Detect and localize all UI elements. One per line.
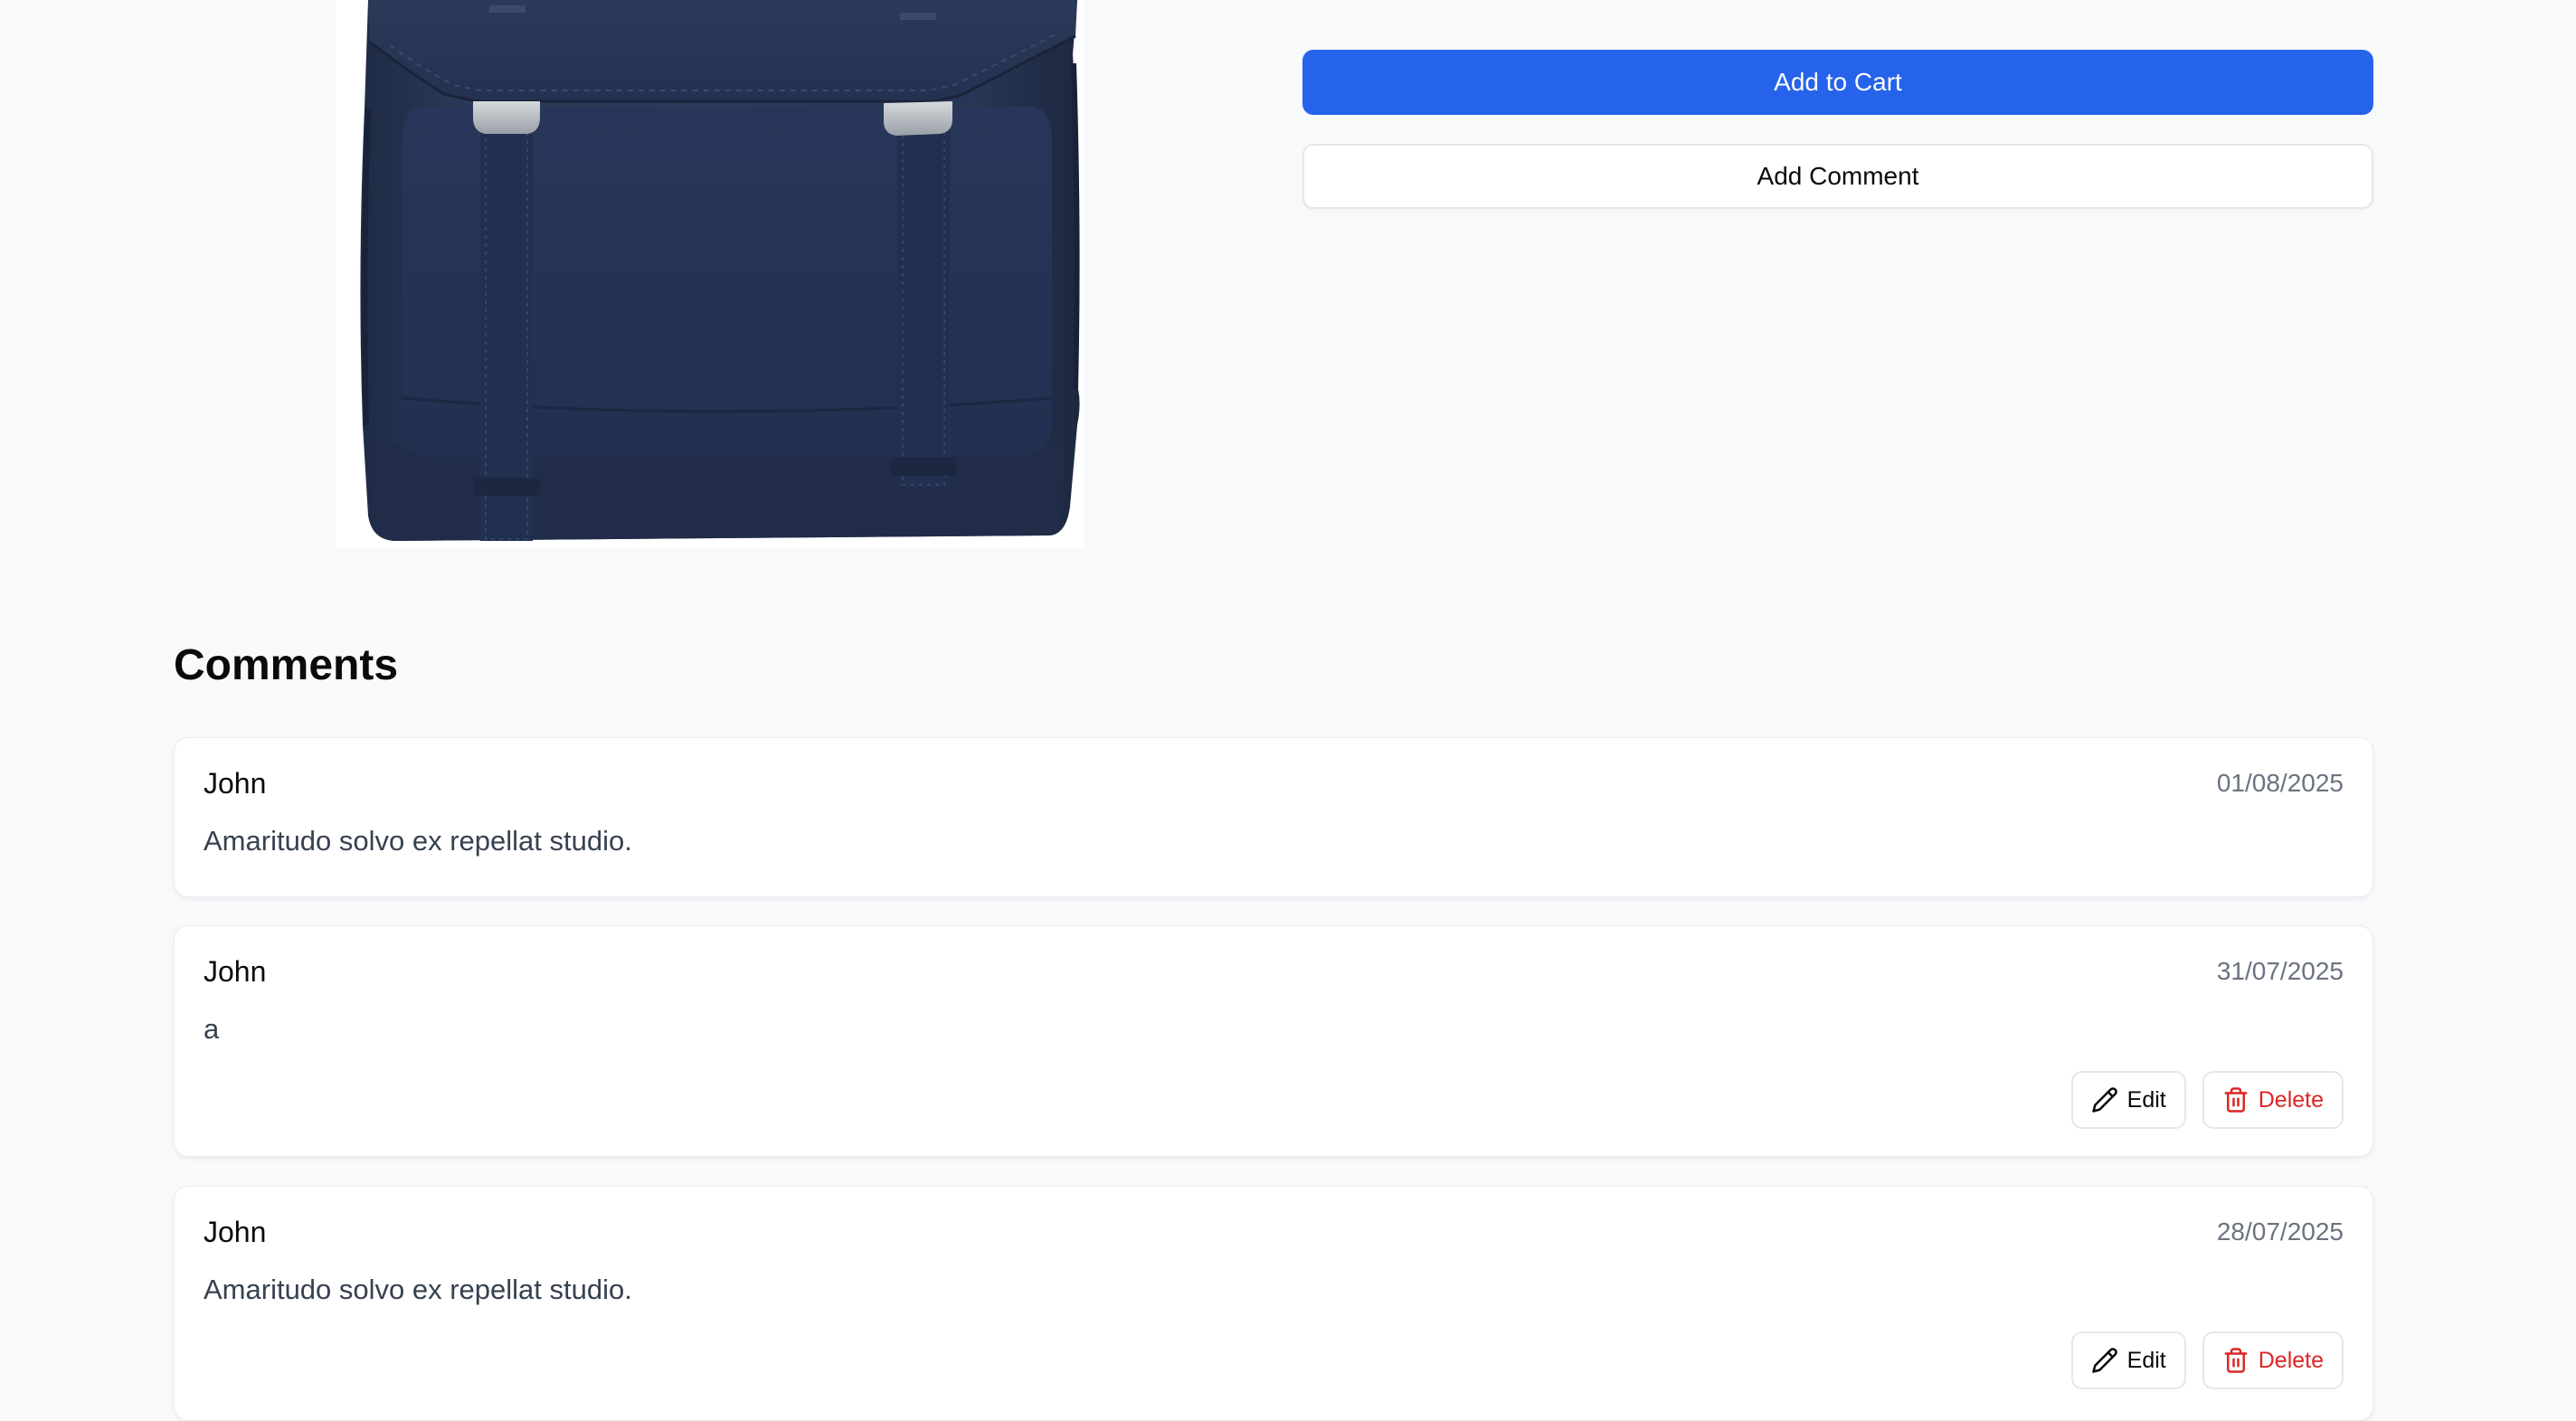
- add-to-cart-button[interactable]: Add to Cart: [1302, 50, 2373, 115]
- edit-comment-button[interactable]: Edit: [2070, 1331, 2186, 1389]
- delete-label: Delete: [2258, 1086, 2324, 1113]
- comment-author: John: [204, 955, 267, 988]
- pencil-icon: [2091, 1347, 2118, 1374]
- comment-text: a: [204, 1013, 220, 1045]
- comment-card: John 01/08/2025 Amaritudo solvo ex repel…: [174, 737, 2373, 897]
- comment-date: 31/07/2025: [2216, 957, 2344, 985]
- delete-label: Delete: [2258, 1347, 2324, 1373]
- comment-actions: Edit Delete: [2070, 1071, 2344, 1129]
- trash-icon: [2222, 1347, 2249, 1374]
- comment-text: Amaritudo solvo ex repellat studio.: [204, 825, 632, 857]
- delete-comment-button[interactable]: Delete: [2202, 1071, 2344, 1129]
- comment-text: Amaritudo solvo ex repellat studio.: [204, 1274, 632, 1305]
- edit-label: Edit: [2126, 1347, 2166, 1373]
- trash-icon: [2222, 1086, 2249, 1113]
- comment-actions: Edit Delete: [2070, 1331, 2344, 1389]
- edit-label: Edit: [2126, 1086, 2166, 1113]
- edit-comment-button[interactable]: Edit: [2070, 1071, 2186, 1129]
- comment-card: John 28/07/2025 Amaritudo solvo ex repel…: [174, 1186, 2373, 1421]
- comments-heading: Comments: [174, 641, 399, 689]
- comment-date: 28/07/2025: [2216, 1217, 2344, 1246]
- pencil-icon: [2091, 1086, 2118, 1113]
- backpack-illustration: [360, 0, 1080, 541]
- add-comment-button[interactable]: Add Comment: [1302, 144, 2373, 209]
- comment-author: John: [204, 1216, 267, 1248]
- comment-card: John 31/07/2025 a Edit Delete: [174, 925, 2373, 1157]
- product-image: [336, 0, 1084, 548]
- comment-date: 01/08/2025: [2216, 769, 2344, 797]
- delete-comment-button[interactable]: Delete: [2202, 1331, 2344, 1389]
- comment-author: John: [204, 767, 267, 800]
